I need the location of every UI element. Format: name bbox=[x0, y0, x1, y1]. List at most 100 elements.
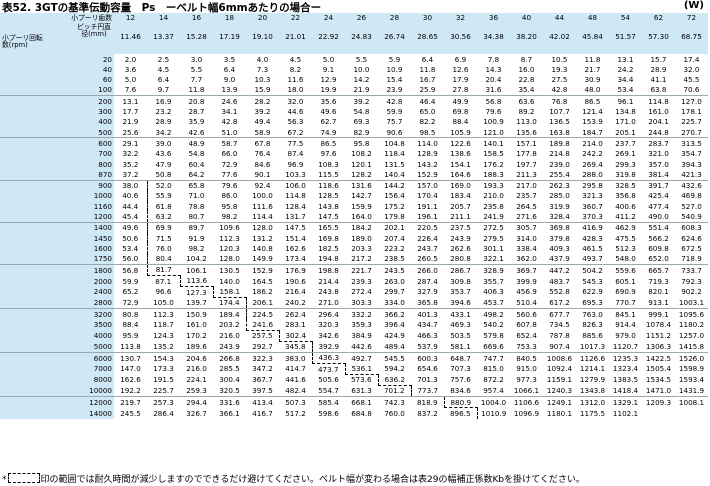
capacity-value: 433.1 bbox=[444, 308, 477, 320]
teeth-26: 26 bbox=[345, 13, 378, 23]
capacity-value: 1175.5 bbox=[579, 408, 606, 418]
capacity-value: 677.7 bbox=[543, 308, 576, 320]
capacity-value: 20.4 bbox=[485, 75, 502, 85]
capacity-value: 143.8 bbox=[318, 201, 339, 211]
capacity-value: 6.9 bbox=[454, 54, 467, 64]
capacity-value: 299.7 bbox=[384, 287, 405, 297]
capacity-value: 292.7 bbox=[246, 341, 279, 353]
capacity-value: 6.4 bbox=[223, 64, 236, 74]
capacity-value: 5.5 bbox=[355, 54, 368, 64]
footnote-text: 印の範囲では耐久時間が減少しますのでできるだけ避けてください。ベルト幅が変わる場… bbox=[40, 475, 585, 485]
capacity-value: 359.3 bbox=[351, 320, 372, 330]
capacity-value: 158.1 bbox=[212, 286, 246, 298]
capacity-value: 600.3 bbox=[411, 351, 444, 364]
capacity-value: 243.9 bbox=[450, 233, 471, 243]
capacity-value: 512.3 bbox=[615, 243, 636, 253]
capacity-value: 192.2 bbox=[114, 385, 147, 397]
capacity-value: 154.3 bbox=[147, 351, 180, 364]
capacity-value: 1092.4 bbox=[546, 364, 573, 374]
table-row: 2400 65.2 96.6 127.3 158.1 186.2 216.4 243.8 272… bbox=[0, 286, 708, 298]
rpm-value: 5000 bbox=[0, 341, 114, 353]
capacity-value: 127.3 bbox=[180, 286, 213, 298]
capacity-value: 32.0 bbox=[279, 95, 312, 107]
capacity-value: 53.4 bbox=[617, 85, 634, 95]
capacity-value: 9.0 bbox=[223, 75, 236, 85]
capacity-value: 598.6 bbox=[312, 407, 345, 419]
capacity-value: 345.8 bbox=[279, 341, 312, 353]
capacity-value: 69.8 bbox=[452, 107, 469, 117]
capacity-value: 15.4 bbox=[386, 75, 403, 85]
capacity-value: 394.6 bbox=[450, 298, 471, 308]
capacity-value: 469.8 bbox=[681, 191, 702, 201]
capacity-value: 1017.3 bbox=[579, 341, 606, 351]
capacity-value: 114.0 bbox=[411, 137, 444, 149]
capacity-value: 1526.0 bbox=[675, 351, 708, 364]
capacity-value: 498.2 bbox=[477, 308, 510, 320]
capacity-value: 75.7 bbox=[386, 117, 403, 127]
teeth-62: 62 bbox=[642, 13, 675, 23]
capacity-value: 202.1 bbox=[378, 221, 411, 234]
capacity-value: 203.2 bbox=[213, 319, 246, 331]
capacity-value: 425.4 bbox=[648, 191, 669, 201]
capacity-value: 96.1 bbox=[609, 95, 642, 107]
capacity-value: 72.9 bbox=[221, 159, 238, 169]
capacity-value: 14.3 bbox=[485, 64, 502, 74]
capacity-value: 86.5 bbox=[576, 95, 609, 107]
capacity-value: 314.0 bbox=[516, 233, 537, 243]
capacity-value: 328.4 bbox=[549, 212, 570, 221]
capacity-value: 669.6 bbox=[483, 341, 504, 351]
rpm-value: 1160 bbox=[0, 201, 114, 212]
pitch-diameter: 51.57 bbox=[609, 23, 642, 50]
capacity-value: 204.6 bbox=[180, 351, 213, 364]
capacity-value: 21.7 bbox=[584, 64, 601, 74]
capacity-value: 399.9 bbox=[516, 276, 537, 286]
capacity-value: 91.9 bbox=[188, 233, 205, 243]
capacity-value: 652.0 bbox=[648, 254, 669, 264]
capacity-value: 545.5 bbox=[378, 351, 411, 364]
pitch-diameter: 42.02 bbox=[543, 23, 576, 50]
capacity-value: 301.1 bbox=[483, 243, 504, 253]
capacity-value: 184.7 bbox=[582, 127, 603, 137]
capacity-value: 170.4 bbox=[417, 191, 438, 201]
capacity-value: 3.0 bbox=[190, 54, 203, 64]
capacity-value: 1096.9 bbox=[513, 408, 540, 418]
capacity-value: 319.8 bbox=[615, 169, 636, 179]
capacity-value: 84.6 bbox=[254, 159, 271, 169]
capacity-value: 296.4 bbox=[312, 308, 345, 320]
capacity-value: 17.9 bbox=[452, 75, 469, 85]
capacity-value: 134.8 bbox=[615, 107, 636, 117]
capacity-value: 128.4 bbox=[285, 201, 306, 211]
capacity-value: 105.0 bbox=[147, 297, 180, 309]
capacity-value: 10.9 bbox=[386, 64, 403, 74]
capacity-value: 34.1 bbox=[221, 107, 238, 117]
capacity-value: 41.1 bbox=[650, 75, 667, 85]
capacity-value: 54.8 bbox=[353, 107, 370, 117]
capacity-value: 1078.4 bbox=[645, 320, 672, 330]
teeth-28: 28 bbox=[378, 13, 411, 23]
capacity-value: 61.8 bbox=[146, 201, 180, 212]
capacity-value: 441.6 bbox=[279, 374, 312, 386]
capacity-value: 540.9 bbox=[681, 212, 702, 221]
capacity-value: 1008.1 bbox=[675, 395, 708, 408]
capacity-value: 437.9 bbox=[549, 254, 570, 264]
capacity-value: 176.2 bbox=[483, 159, 504, 169]
capacity-value bbox=[642, 408, 675, 419]
capacity-value: 76.4 bbox=[254, 149, 271, 159]
capacity-value: 188.3 bbox=[483, 169, 504, 179]
capacity-value: 35.6 bbox=[312, 95, 345, 107]
capacity-value: 87.1 bbox=[147, 275, 180, 287]
capacity-value: 34.4 bbox=[617, 75, 634, 85]
teeth-24: 24 bbox=[312, 13, 345, 23]
capacity-value: 89.7 bbox=[180, 221, 213, 234]
capacity-value: 551.4 bbox=[642, 221, 675, 234]
capacity-value: 130.7 bbox=[114, 351, 147, 364]
capacity-value: 114.8 bbox=[642, 95, 675, 107]
capacity-value: 69.3 bbox=[353, 117, 370, 127]
capacity-value: 263.0 bbox=[384, 276, 405, 286]
table-row: 10000 192.2 225.7 259.3 320.5 397.5 482.4 554.7… bbox=[0, 385, 708, 398]
unit-label: (W) bbox=[683, 0, 704, 11]
capacity-value: 321.3 bbox=[582, 191, 603, 201]
capacity-value: 322.1 bbox=[483, 254, 504, 264]
rpm-value: 1800 bbox=[0, 263, 114, 276]
capacity-value: 89.2 bbox=[518, 107, 535, 117]
